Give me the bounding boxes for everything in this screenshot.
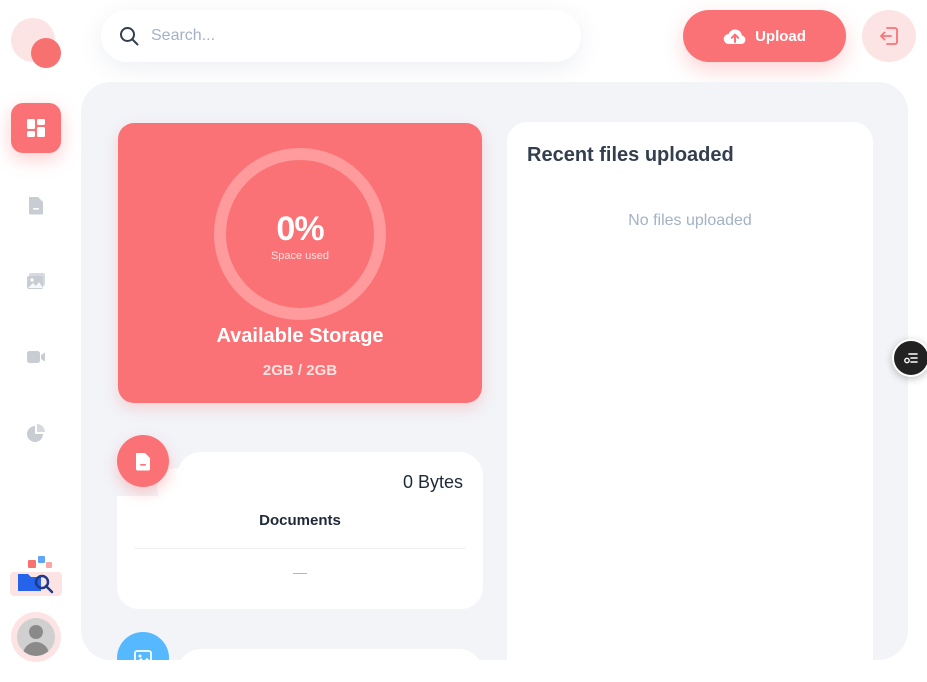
category-last-update: — <box>293 564 307 580</box>
category-card-images[interactable] <box>177 649 483 660</box>
sidebar-item-dashboard[interactable] <box>11 103 61 153</box>
sidebar-item-images[interactable] <box>11 256 61 306</box>
recent-files-title: Recent files uploaded <box>527 144 734 166</box>
floating-action-button[interactable] <box>892 339 927 377</box>
logout-icon <box>880 27 898 45</box>
cloud-upload-icon <box>723 29 746 45</box>
avatar-placeholder <box>17 618 55 656</box>
video-icon <box>27 351 45 363</box>
search-input[interactable] <box>151 27 551 45</box>
category-size: 0 Bytes <box>402 472 463 492</box>
main-content: 0% Space used Available Storage 2GB / 2G… <box>81 82 908 660</box>
recent-files-empty-state: No files uploaded <box>628 212 752 229</box>
storage-percent-label: Space used <box>270 250 330 262</box>
recent-files-panel: Recent files uploaded No files uploaded <box>507 122 873 660</box>
search-bar[interactable] <box>101 10 581 62</box>
storage-summary-card: 0% Space used Available Storage 2GB / 2G… <box>118 123 482 403</box>
documents-icon <box>136 453 150 471</box>
category-icon-badge <box>117 435 169 487</box>
images-icon <box>27 273 45 289</box>
category-icon-badge-images <box>117 632 169 660</box>
images-icon <box>134 650 152 660</box>
user-avatar[interactable] <box>11 612 61 662</box>
sidebar-item-documents[interactable] <box>11 180 61 230</box>
storage-percent: 0% <box>276 210 324 248</box>
list-filter-icon <box>904 353 918 364</box>
search-icon <box>120 27 139 46</box>
category-card-documents[interactable]: 0 Bytes Documents — <box>117 435 483 609</box>
promo-illustration <box>10 554 62 596</box>
storage-usage: 2GB / 2GB <box>262 362 338 379</box>
pie-chart-icon <box>27 424 45 442</box>
storage-title: Available Storage <box>216 325 384 347</box>
sidebar-item-video[interactable] <box>11 332 61 382</box>
logout-button[interactable] <box>862 10 916 62</box>
upload-button[interactable]: Upload <box>683 10 846 62</box>
dashboard-icon <box>27 119 45 137</box>
logo-circle-front <box>31 38 61 68</box>
category-divider <box>135 548 465 549</box>
app-logo[interactable] <box>11 18 61 68</box>
sidebar-item-others[interactable] <box>11 408 61 458</box>
documents-icon <box>29 197 43 215</box>
category-name: Documents <box>259 512 341 529</box>
upload-button-label: Upload <box>755 27 806 45</box>
